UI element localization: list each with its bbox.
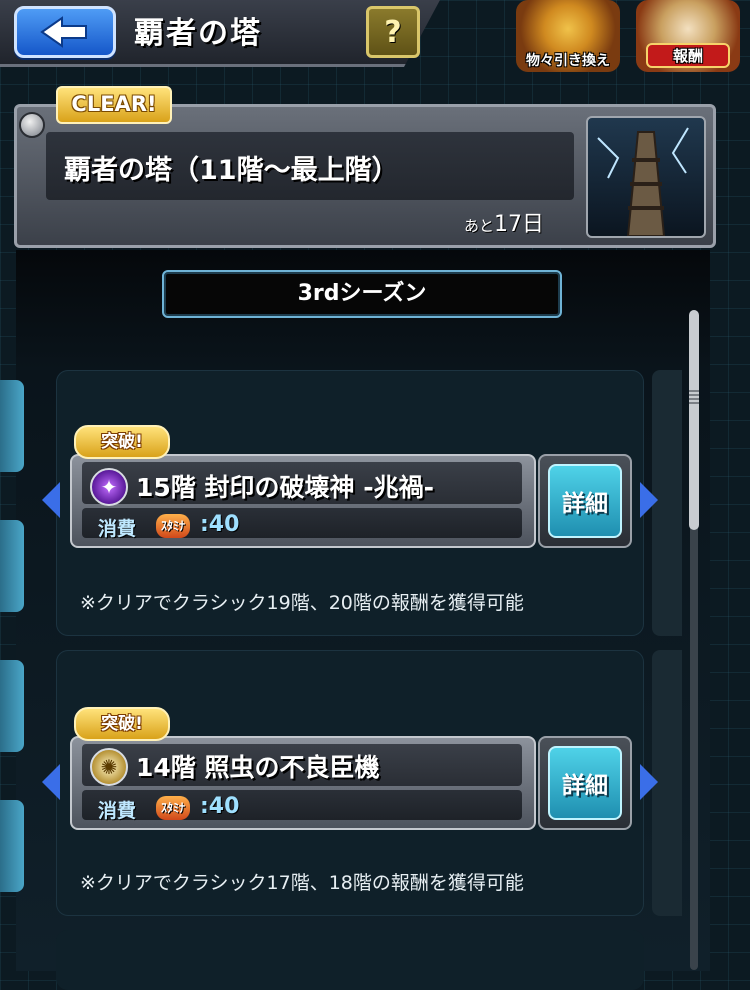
reward-label: 報酬	[646, 43, 730, 68]
reward-note: ※クリアでクラシック17階、18階の報酬を獲得可能	[80, 872, 524, 894]
clear-badge: CLEAR!	[56, 86, 172, 124]
next-arrow-icon[interactable]	[640, 764, 658, 800]
tower-icon	[597, 127, 689, 236]
cost-value: :40	[200, 512, 240, 537]
stage-cost-box	[82, 508, 522, 538]
remaining-days: あと17日	[464, 206, 544, 238]
detail-button[interactable]: 詳細	[538, 454, 632, 548]
stage-card	[56, 930, 644, 990]
detail-label: 詳細	[548, 464, 622, 538]
scrollbar-grip-icon	[689, 390, 699, 404]
cost-label: 消費	[98, 800, 137, 822]
cost-label: 消費	[98, 518, 137, 540]
exchange-button[interactable]: 物々引き換え	[516, 0, 620, 72]
reward-button[interactable]: 報酬	[636, 0, 740, 72]
quest-title: 覇者の塔（11階～最上階）	[64, 155, 399, 186]
exchange-label: 物々引き換え	[526, 53, 610, 69]
prev-arrow-icon[interactable]	[42, 482, 60, 518]
reward-note: ※クリアでクラシック19階、20階の報酬を獲得可能	[80, 592, 524, 614]
stamina-icon: ｽﾀﾐﾅ	[156, 514, 190, 538]
detail-label: 詳細	[548, 746, 622, 820]
dark-element-icon: ✦	[90, 468, 128, 506]
back-button[interactable]	[14, 6, 116, 58]
scrollbar-thumb[interactable]	[689, 310, 699, 530]
left-edge-tab[interactable]	[0, 520, 24, 612]
page-title: 覇者の塔	[134, 16, 262, 51]
break-badge: 突破!	[74, 425, 170, 459]
remaining-prefix: あと	[464, 217, 495, 235]
stage-name: 15階 封印の破壊神 -兆禍-	[136, 473, 434, 502]
stage-cost-box	[82, 790, 522, 820]
stamina-icon: ｽﾀﾐﾅ	[156, 796, 190, 820]
cost-value: :40	[200, 794, 240, 819]
tower-thumbnail	[586, 116, 706, 238]
prev-arrow-icon[interactable]	[42, 764, 60, 800]
season-label: 3rdシーズン	[162, 270, 562, 318]
back-arrow-icon	[40, 16, 87, 48]
light-element-icon: ✺	[90, 748, 128, 786]
remaining-value: 17日	[494, 212, 545, 237]
detail-button[interactable]: 詳細	[538, 736, 632, 830]
left-edge-tab[interactable]	[0, 800, 24, 892]
help-button[interactable]: ?	[366, 6, 420, 58]
next-arrow-icon[interactable]	[640, 482, 658, 518]
left-edge-tab[interactable]	[0, 380, 24, 472]
left-edge-tab[interactable]	[0, 660, 24, 752]
pin-icon	[19, 112, 45, 138]
stage-name: 14階 照虫の不良臣機	[136, 753, 380, 782]
break-badge: 突破!	[74, 707, 170, 741]
